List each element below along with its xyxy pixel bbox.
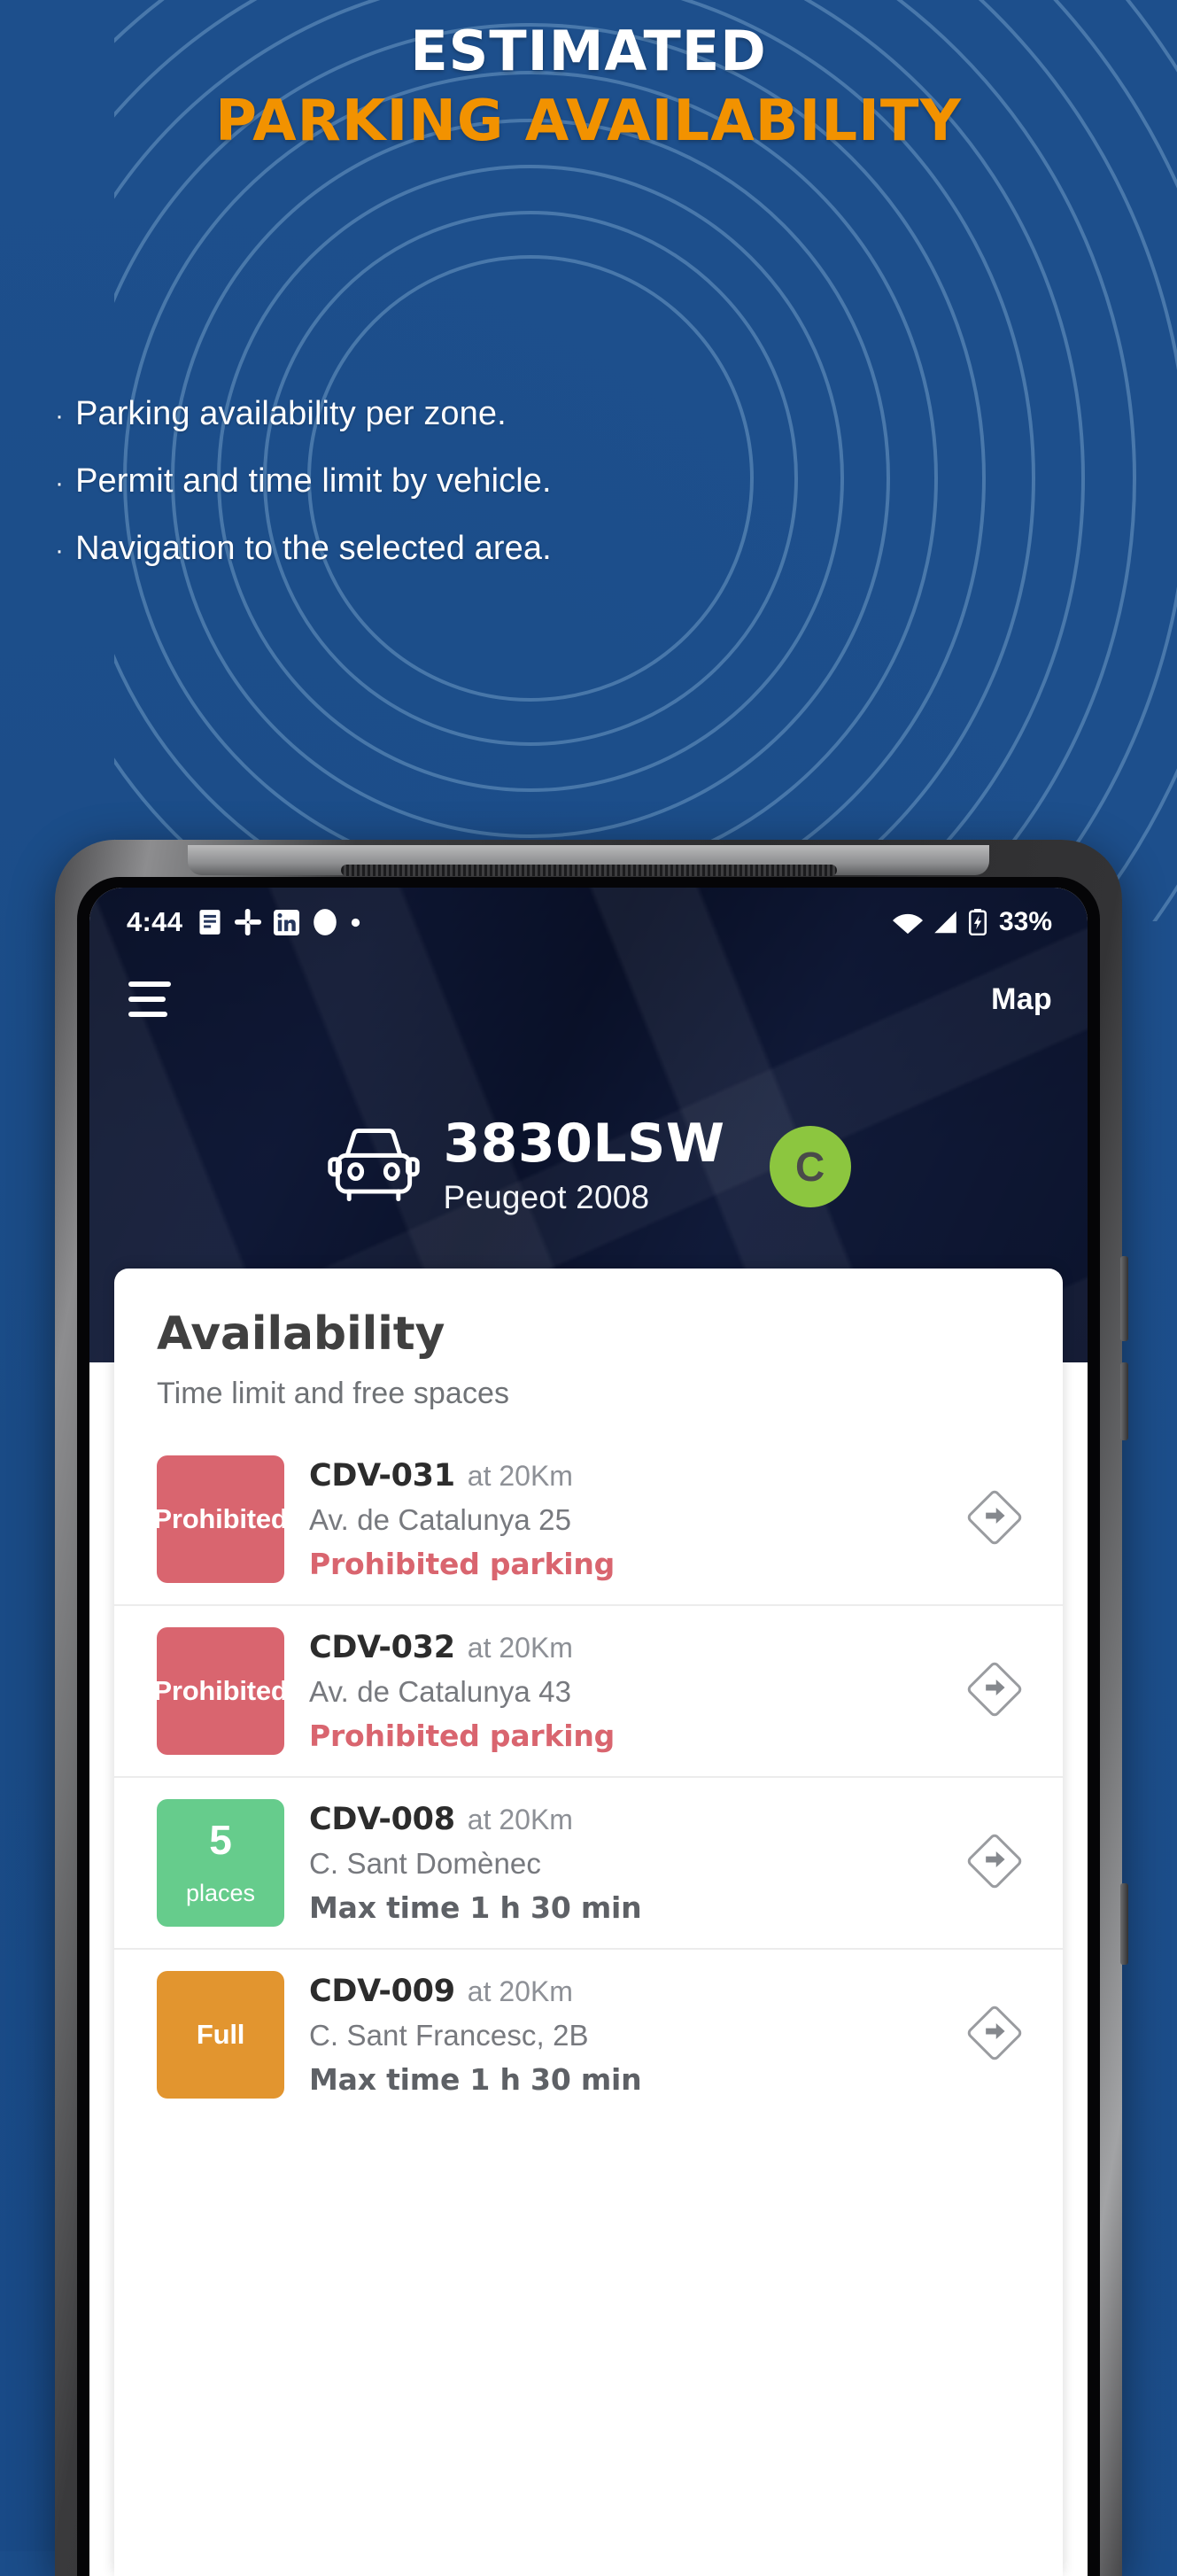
availability-card: Availability Time limit and free spaces …	[114, 1269, 1063, 2576]
availability-badge: Prohibited	[153, 1627, 288, 1755]
bullet-text: Permit and time limit by vehicle.	[75, 462, 552, 500]
zone-code: CDV-009	[309, 1973, 455, 2009]
zone-status: Prohibited parking	[309, 1546, 616, 1581]
zone-distance: at 20Km	[467, 1975, 573, 2007]
zone-distance: at 20Km	[467, 1631, 573, 1664]
availability-subtitle: Time limit and free spaces	[157, 1377, 510, 1410]
title-line-1: ESTIMATED	[410, 19, 767, 83]
vehicle-model: Peugeot 2008	[443, 1179, 650, 1215]
phone-power-button[interactable]	[1120, 1883, 1128, 1965]
status-bar-notification-icons	[197, 908, 360, 936]
list-item: · Parking availability per zone.	[55, 397, 552, 431]
zone-status: Max time 1 h 30 min	[309, 2061, 642, 2097]
zone-distance: at 20Km	[467, 1803, 573, 1835]
zone-address: C. Sant Francesc, 2B	[309, 2018, 589, 2052]
zone-title-row: CDV-009 at 20Km	[309, 1974, 949, 2009]
zone-code: CDV-032	[309, 1629, 455, 1665]
list-item: · Navigation to the selected area.	[55, 531, 552, 565]
linkedin-icon	[274, 909, 300, 935]
battery-percentage: 33%	[998, 907, 1052, 936]
badge-label: Prohibited	[153, 1675, 288, 1706]
badge-label: Full	[196, 2019, 245, 2050]
list-item: · Permit and time limit by vehicle.	[55, 464, 552, 498]
turn-right-diamond-icon[interactable]	[949, 2000, 1027, 2070]
signal-icon	[933, 910, 958, 935]
phone-volume-up-button[interactable]	[1120, 1256, 1128, 1341]
turn-right-diamond-icon[interactable]	[949, 1657, 1027, 1726]
zone-info: CDV-009 at 20Km C. Sant Francesc, 2B Max…	[284, 1974, 949, 2097]
zone-list: Prohibited CDV-031 at 20Km Av. de Catalu…	[114, 1434, 1063, 2120]
permit-zone-badge: C	[769, 1125, 851, 1207]
phone-earpiece-speaker	[340, 865, 837, 876]
table-row[interactable]: Full CDV-009 at 20Km C. Sant Francesc, 2…	[114, 1950, 1063, 2120]
turn-right-diamond-icon[interactable]	[949, 1828, 1027, 1898]
phone-bezel: 4:44 33% Map 3830LSW Peugeot 2008 C Avai…	[77, 877, 1100, 2576]
zone-title-row: CDV-031 at 20Km	[309, 1458, 949, 1494]
status-bar-time: 4:44	[127, 906, 183, 937]
availability-title: Availability	[157, 1307, 445, 1361]
zone-address: C. Sant Domènec	[309, 1846, 541, 1880]
battery-charging-icon	[968, 909, 987, 935]
availability-badge: Full	[157, 1971, 284, 2099]
bullet-marker-icon: ·	[55, 536, 65, 565]
page-title: ESTIMATED PARKING AVAILABILITY	[0, 19, 1177, 154]
app-bar: Map	[89, 957, 1088, 1042]
table-row[interactable]: Prohibited CDV-032 at 20Km Av. de Catalu…	[114, 1606, 1063, 1778]
zone-distance: at 20Km	[467, 1459, 573, 1492]
turn-right-diamond-icon[interactable]	[949, 1485, 1027, 1555]
wifi-icon	[892, 910, 923, 935]
vehicle-text: 3830LSW Peugeot 2008	[443, 1116, 724, 1216]
phone-volume-down-button[interactable]	[1120, 1362, 1128, 1440]
bullet-marker-icon: ·	[55, 469, 65, 498]
zone-info: CDV-032 at 20Km Av. de Catalunya 43 Proh…	[284, 1630, 949, 1753]
bullet-text: Navigation to the selected area.	[75, 530, 552, 567]
zone-info: CDV-008 at 20Km C. Sant Domènec Max time…	[284, 1802, 949, 1925]
zone-title-row: CDV-008 at 20Km	[309, 1802, 949, 1837]
vehicle-summary: 3830LSW Peugeot 2008 C	[89, 1116, 1088, 1216]
bullet-marker-icon: ·	[55, 401, 65, 431]
badge-label: Prohibited	[153, 1503, 288, 1534]
status-bar: 4:44 33%	[89, 888, 1088, 957]
title-line-2: PARKING AVAILABILITY	[215, 88, 962, 154]
zone-code: CDV-031	[309, 1457, 455, 1494]
slack-icon	[235, 909, 262, 935]
zone-status: Max time 1 h 30 min	[309, 1889, 642, 1925]
feature-bullet-list: · Parking availability per zone. · Permi…	[55, 397, 552, 599]
availability-badge: 5 places	[157, 1799, 284, 1927]
phone-mockup: 4:44 33% Map 3830LSW Peugeot 2008 C Avai…	[55, 840, 1128, 2576]
zone-code: CDV-008	[309, 1801, 455, 1837]
zone-address: Av. de Catalunya 25	[309, 1502, 572, 1536]
dot-icon	[351, 918, 360, 927]
zone-status: Prohibited parking	[309, 1718, 616, 1753]
badge-unit: places	[185, 1879, 256, 1906]
phone-screen: 4:44 33% Map 3830LSW Peugeot 2008 C Avai…	[89, 888, 1088, 2576]
table-row[interactable]: 5 places CDV-008 at 20Km C. Sant Domènec…	[114, 1778, 1063, 1950]
table-row[interactable]: Prohibited CDV-031 at 20Km Av. de Catalu…	[114, 1434, 1063, 1606]
availability-badge: Prohibited	[153, 1455, 288, 1583]
badge-count: 5	[209, 1816, 232, 1863]
hamburger-icon[interactable]	[128, 982, 171, 1017]
hero-heading: ESTIMATED PARKING AVAILABILITY	[0, 0, 1177, 154]
license-plate: 3830LSW	[443, 1113, 725, 1175]
map-button[interactable]: Map	[991, 982, 1052, 1017]
availability-card-header: Availability Time limit and free spaces	[114, 1269, 1063, 1411]
notes-icon	[197, 909, 222, 935]
circle-icon	[312, 908, 338, 936]
zone-address: Av. de Catalunya 43	[309, 1674, 572, 1708]
bullet-text: Parking availability per zone.	[75, 395, 507, 432]
zone-info: CDV-031 at 20Km Av. de Catalunya 25 Proh…	[284, 1458, 949, 1581]
car-icon	[326, 1123, 422, 1209]
status-bar-system-icons: 33%	[892, 907, 1052, 937]
zone-title-row: CDV-032 at 20Km	[309, 1630, 949, 1665]
